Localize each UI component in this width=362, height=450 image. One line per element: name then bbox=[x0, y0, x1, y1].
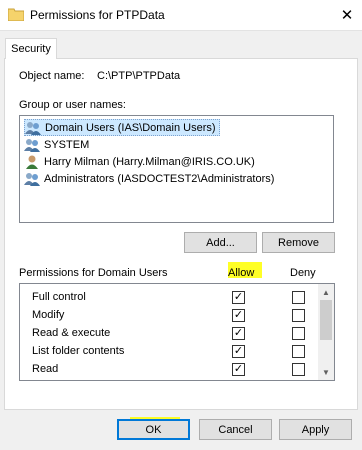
allow-header: Allow bbox=[228, 267, 255, 279]
list-item-label: SYSTEM bbox=[44, 138, 90, 151]
ok-button-label: OK bbox=[145, 423, 162, 436]
add-button[interactable]: Add... bbox=[184, 232, 257, 253]
scroll-down-icon[interactable]: ▼ bbox=[318, 365, 334, 379]
object-name-label: Object name: bbox=[19, 70, 85, 82]
group-user-list[interactable]: Domain Users (IAS\Domain Users) SYSTEM H… bbox=[19, 115, 334, 223]
allow-checkbox[interactable]: ✓ bbox=[232, 363, 245, 376]
permission-name: Read bbox=[32, 363, 59, 375]
group-icon bbox=[24, 172, 40, 186]
permission-name: Full control bbox=[32, 291, 86, 303]
deny-checkbox[interactable] bbox=[292, 291, 305, 304]
deny-header: Deny bbox=[290, 267, 316, 279]
permission-row: List folder contents ✓ bbox=[20, 342, 319, 360]
list-item-label: Domain Users (IAS\Domain Users) bbox=[45, 121, 216, 134]
list-item[interactable]: SYSTEM bbox=[24, 136, 92, 153]
permission-name: Modify bbox=[32, 309, 65, 321]
list-item-label: Administrators (IASDOCTEST2\Administrato… bbox=[44, 172, 275, 185]
close-icon: ✕ bbox=[340, 7, 354, 24]
list-item[interactable]: Domain Users (IAS\Domain Users) bbox=[24, 119, 220, 136]
allow-checkbox[interactable]: ✓ bbox=[232, 291, 245, 304]
remove-button[interactable]: Remove bbox=[262, 232, 335, 253]
ok-button[interactable]: OK bbox=[117, 419, 190, 440]
deny-checkbox[interactable] bbox=[292, 363, 305, 376]
apply-button[interactable]: Apply bbox=[279, 419, 352, 440]
allow-checkbox[interactable]: ✓ bbox=[232, 327, 245, 340]
deny-checkbox[interactable] bbox=[292, 345, 305, 358]
allow-checkbox[interactable]: ✓ bbox=[232, 309, 245, 322]
permission-name: List folder contents bbox=[32, 345, 125, 357]
tab-security[interactable]: Security bbox=[5, 38, 57, 59]
user-icon bbox=[26, 155, 38, 169]
cancel-button-label: Cancel bbox=[218, 423, 253, 436]
group-icon bbox=[24, 138, 40, 152]
list-item[interactable]: Administrators (IASDOCTEST2\Administrato… bbox=[24, 170, 277, 187]
permissions-scrollbar[interactable]: ▲ ▼ bbox=[318, 284, 334, 380]
add-button-label: Add... bbox=[206, 236, 235, 249]
allow-checkbox[interactable]: ✓ bbox=[232, 345, 245, 358]
permissions-list: Full control ✓ Modify ✓ Read & execute ✓… bbox=[19, 283, 335, 381]
permission-name: Read & execute bbox=[32, 327, 111, 339]
permission-row: Modify ✓ bbox=[20, 306, 319, 324]
list-item-label: Harry Milman (Harry.Milman@IRIS.CO.UK) bbox=[44, 155, 255, 168]
object-name-value: C:\PTP\PTPData bbox=[97, 70, 181, 82]
window-title: Permissions for PTPData bbox=[30, 8, 165, 22]
scroll-up-icon[interactable]: ▲ bbox=[318, 285, 334, 299]
deny-checkbox[interactable] bbox=[292, 309, 305, 322]
permission-row: Full control ✓ bbox=[20, 288, 319, 306]
group-names-label: Group or user names: bbox=[19, 99, 126, 111]
apply-button-label: Apply bbox=[301, 423, 330, 436]
permission-row: Read & execute ✓ bbox=[20, 324, 319, 342]
scroll-thumb[interactable] bbox=[320, 300, 332, 340]
group-icon bbox=[25, 121, 41, 135]
deny-checkbox[interactable] bbox=[292, 327, 305, 340]
remove-button-label: Remove bbox=[278, 236, 319, 249]
folder-icon bbox=[8, 8, 24, 21]
title-bar: Permissions for PTPData ✕ bbox=[0, 0, 362, 31]
permissions-label: Permissions for Domain Users bbox=[19, 267, 168, 279]
cancel-button[interactable]: Cancel bbox=[199, 419, 272, 440]
permission-row: Read ✓ bbox=[20, 360, 319, 378]
close-button[interactable]: ✕ bbox=[332, 0, 362, 30]
list-item[interactable]: Harry Milman (Harry.Milman@IRIS.CO.UK) bbox=[24, 153, 258, 170]
tab-security-label: Security bbox=[11, 43, 51, 55]
